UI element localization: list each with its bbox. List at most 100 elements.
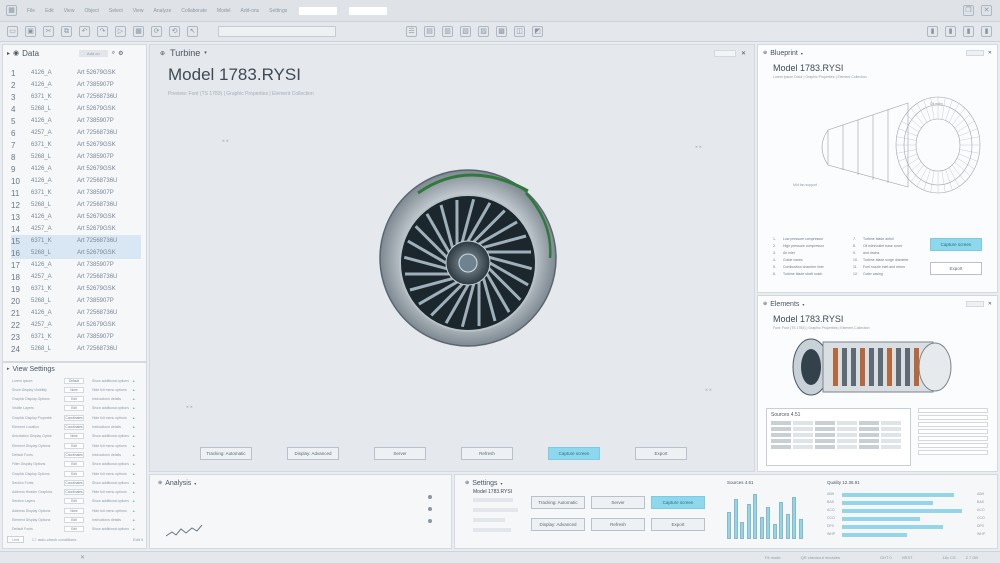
setting-value-pill[interactable]: None bbox=[64, 507, 84, 514]
main-button-1[interactable]: Tracking: Automatic bbox=[200, 447, 252, 460]
main-button-4[interactable]: Refresh bbox=[461, 447, 513, 460]
redo-icon[interactable]: ↷ bbox=[97, 26, 108, 37]
view-icon-2[interactable]: ◩ bbox=[532, 26, 543, 37]
blueprint-export-button[interactable]: Export bbox=[930, 262, 982, 275]
save-icon[interactable]: ▣ bbox=[25, 26, 36, 37]
grid-icon[interactable]: ▦ bbox=[133, 26, 144, 37]
view-settings-collapse-icon[interactable]: ▸ bbox=[7, 366, 10, 372]
menu-edit[interactable]: Edit bbox=[45, 8, 54, 14]
viewport-mini-button[interactable] bbox=[713, 49, 736, 57]
setting-value-pill[interactable]: Edit bbox=[64, 405, 84, 412]
data-row[interactable]: 4 5268_L Art 52679GSK bbox=[11, 103, 141, 115]
elements-close-icon[interactable]: ✕ bbox=[988, 301, 992, 307]
settings-tracking-button[interactable]: Tracking: Automatic bbox=[531, 496, 585, 509]
data-row[interactable]: 13 4126_A Art 52679GSK bbox=[11, 211, 141, 223]
add-on-button[interactable]: Add on bbox=[79, 49, 108, 57]
setting-value-pill[interactable]: None bbox=[64, 386, 84, 393]
loop-icon-2[interactable]: ⟲ bbox=[169, 26, 180, 37]
view-setting-row[interactable]: Graphic Display Options Edit Hide full men… bbox=[12, 469, 140, 478]
open-icon[interactable]: ▭ bbox=[7, 26, 18, 37]
auto-check-checkbox[interactable]: ☐ bbox=[32, 537, 36, 542]
view-icon[interactable]: ◫ bbox=[514, 26, 525, 37]
layout-icon[interactable]: ▤ bbox=[424, 26, 435, 37]
menu-object[interactable]: Object bbox=[84, 8, 98, 14]
menu-select[interactable]: Select bbox=[109, 8, 123, 14]
data-row[interactable]: 7 6371_K Art 52679GSK bbox=[11, 139, 141, 151]
view-setting-row[interactable]: Section Fonts Coordinates Show additional … bbox=[12, 478, 140, 487]
data-row[interactable]: 24 5268_L Art 72568736U bbox=[11, 343, 141, 355]
setting-value-pill[interactable]: Edit bbox=[64, 470, 84, 477]
menu-view-2[interactable]: View bbox=[133, 8, 144, 14]
status-close-icon[interactable]: ✕ bbox=[80, 554, 85, 561]
view-setting-row[interactable]: Section Layers Edit Show additional option… bbox=[12, 497, 140, 506]
data-row[interactable]: 19 6371_K Art 52679GSK bbox=[11, 283, 141, 295]
data-row[interactable]: 18 4257_A Art 72568736U bbox=[11, 271, 141, 283]
setting-value-pill[interactable]: None bbox=[64, 433, 84, 440]
panel-icon-1[interactable]: ▮ bbox=[927, 26, 938, 37]
data-row[interactable]: 11 6371_K Art 7385907P bbox=[11, 187, 141, 199]
setting-value-pill[interactable]: Edit bbox=[64, 498, 84, 505]
settings-icon[interactable]: ⚙ bbox=[118, 50, 123, 57]
elements-mini-button[interactable] bbox=[965, 301, 984, 307]
main-button-6[interactable]: Export bbox=[635, 447, 687, 460]
view-setting-row[interactable]: Visible Layers Edit Show additional option… bbox=[12, 404, 140, 413]
unit-select[interactable]: Unit bbox=[7, 536, 25, 543]
data-row[interactable]: 8 5268_L Art 7385907P bbox=[11, 151, 141, 163]
view-setting-row[interactable]: Element Display Options Edit Hide full men… bbox=[12, 441, 140, 450]
menu-collaborate[interactable]: Collaborate bbox=[181, 8, 207, 14]
collapse-icon[interactable]: ▸ bbox=[7, 50, 10, 57]
setting-value-pill[interactable]: Coordinates bbox=[64, 451, 84, 458]
edit-link[interactable]: Edit it bbox=[133, 537, 143, 542]
menu-search-box-2[interactable] bbox=[349, 6, 388, 15]
main-button-3[interactable]: Server bbox=[374, 447, 426, 460]
setting-value-pill[interactable]: Coordinates bbox=[64, 479, 84, 486]
view-setting-row[interactable]: Filter Display Options Edit Show additiona… bbox=[12, 460, 140, 469]
setting-value-pill[interactable]: Default bbox=[64, 377, 84, 384]
view-setting-row[interactable]: Address Header Graphics Coordinates Hide f… bbox=[12, 488, 140, 497]
elements-chevron-icon[interactable]: ▾ bbox=[802, 302, 804, 307]
setting-value-pill[interactable]: Coordinates bbox=[64, 489, 84, 496]
main-button-5[interactable]: Capture screen bbox=[548, 447, 600, 460]
layout-icon-5[interactable]: ▩ bbox=[496, 26, 507, 37]
panel-icon-3[interactable]: ▮ bbox=[963, 26, 974, 37]
settings-display-button[interactable]: Display: Advanced bbox=[531, 518, 585, 531]
view-setting-row[interactable]: Default Fonts Edit Show additional options… bbox=[12, 525, 140, 534]
panel-icon-2[interactable]: ▮ bbox=[945, 26, 956, 37]
toolbar-path-field[interactable] bbox=[218, 26, 336, 37]
menu-addons[interactable]: Add-ons bbox=[241, 8, 260, 14]
layout-icon-2[interactable]: ▥ bbox=[442, 26, 453, 37]
window-close-icon[interactable]: ✕ bbox=[981, 5, 992, 16]
view-setting-row[interactable]: Lorem Ipsum Default Show additional option… bbox=[12, 376, 140, 385]
data-row[interactable]: 10 4126_A Art 72568736U bbox=[11, 175, 141, 187]
data-row[interactable]: 15 6371_K Art 72568736U bbox=[11, 235, 141, 247]
settings-export-button[interactable]: Export bbox=[651, 518, 705, 531]
view-setting-row[interactable]: Element Location Coordinates Instructions … bbox=[12, 423, 140, 432]
view-setting-row[interactable]: Default Fonts Coordinates Instructions det… bbox=[12, 450, 140, 459]
blueprint-close-icon[interactable]: ✕ bbox=[988, 50, 992, 56]
data-row[interactable]: 9 4126_A Art 52679GSK bbox=[11, 163, 141, 175]
layers-icon[interactable]: ☰ bbox=[406, 26, 417, 37]
menu-settings[interactable]: Settings bbox=[269, 8, 287, 14]
pointer-icon[interactable]: ↖ bbox=[187, 26, 198, 37]
settings-chevron-icon[interactable]: ▾ bbox=[501, 481, 503, 486]
settings-capture-button[interactable]: Capture screen bbox=[651, 496, 705, 509]
data-row[interactable]: 21 4126_A Art 72568736U bbox=[11, 307, 141, 319]
blueprint-capture-button[interactable]: Capture screen bbox=[930, 238, 982, 251]
setting-value-pill[interactable]: Edit bbox=[64, 442, 84, 449]
viewport-close-icon[interactable]: ✕ bbox=[741, 50, 746, 57]
menu-view[interactable]: View bbox=[64, 8, 75, 14]
settings-refresh-button[interactable]: Refresh bbox=[591, 518, 645, 531]
setting-value-pill[interactable]: Edit bbox=[64, 396, 84, 403]
view-setting-row[interactable]: Graphic Display Options Edit Instructions … bbox=[12, 395, 140, 404]
layout-icon-3[interactable]: ▧ bbox=[460, 26, 471, 37]
panel-icon-4[interactable]: ▮ bbox=[981, 26, 992, 37]
search-icon[interactable]: ⌕ bbox=[112, 50, 115, 57]
undo-icon[interactable]: ↶ bbox=[79, 26, 90, 37]
data-row[interactable]: 2 4126_A Art 7385907P bbox=[11, 79, 141, 91]
data-row[interactable]: 14 4257_A Art 52679GSK bbox=[11, 223, 141, 235]
menu-file[interactable]: File bbox=[27, 8, 35, 14]
menu-model[interactable]: Model bbox=[217, 8, 231, 14]
setting-value-pill[interactable]: Coordinates bbox=[64, 414, 84, 421]
blueprint-mini-button[interactable] bbox=[965, 50, 984, 56]
settings-server-button[interactable]: Server bbox=[591, 496, 645, 509]
